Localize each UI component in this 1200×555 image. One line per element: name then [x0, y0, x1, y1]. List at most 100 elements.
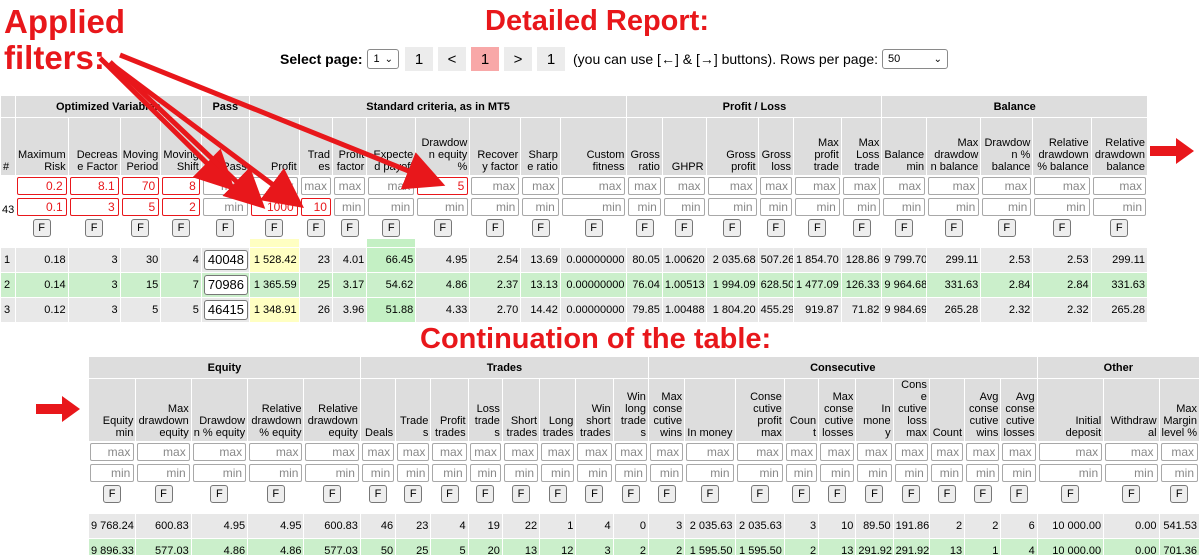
min-filter-input[interactable]: min [522, 198, 559, 216]
min-filter-input[interactable]: min [192, 464, 247, 482]
filter-button[interactable]: F [172, 219, 191, 237]
prev-page-button[interactable]: < [437, 46, 467, 72]
filter-button[interactable]: F [1170, 485, 1189, 503]
min-filter-input[interactable]: min [1038, 464, 1103, 482]
last-page-button[interactable]: 1 [536, 46, 566, 72]
filter-button[interactable]: F [216, 219, 235, 237]
max-filter-input[interactable]: max [90, 443, 135, 461]
pass-button[interactable]: 46415 [203, 300, 249, 320]
max-filter-input[interactable]: 8 [162, 177, 200, 195]
max-filter-input[interactable]: 8.1 [69, 177, 119, 195]
max-filter-input[interactable]: max [1002, 443, 1036, 461]
filter-button[interactable]: F [997, 219, 1016, 237]
max-filter-input[interactable]: max [930, 443, 964, 461]
filter-button[interactable]: F [828, 485, 847, 503]
filter-button[interactable]: F [865, 485, 884, 503]
rows-per-page-select[interactable]: 50 ⌄ [882, 49, 949, 69]
max-filter-input[interactable]: max [785, 443, 818, 461]
min-filter-input[interactable]: min [785, 464, 818, 482]
filter-button[interactable]: F [585, 485, 604, 503]
min-filter-input[interactable]: min [432, 464, 467, 482]
filter-button[interactable]: F [944, 219, 963, 237]
min-filter-input[interactable]: min [368, 198, 415, 216]
min-filter-input[interactable]: min [1160, 464, 1198, 482]
filter-button[interactable]: F [766, 219, 785, 237]
table-row[interactable]: 1 0.18 3 30 4 40048 1 528.42 23 4.01 66.45 4.95 2.5… [0, 247, 1149, 273]
min-filter-input[interactable]: 5 [121, 198, 160, 216]
filter-button[interactable]: F [440, 485, 459, 503]
min-filter-input[interactable]: min [686, 464, 734, 482]
min-filter-input[interactable]: min [249, 464, 303, 482]
filter-button[interactable]: F [895, 219, 914, 237]
table-row[interactable]: 9 768.24 600.83 4.95 4.95 600.83 46 23 4 19 22 1 4 0… [87, 513, 1200, 539]
min-filter-input[interactable]: min [202, 198, 248, 216]
max-filter-input[interactable]: max [966, 443, 1000, 461]
max-filter-input[interactable]: 5 [417, 177, 469, 195]
filter-button[interactable]: F [511, 485, 530, 503]
next-page-button[interactable]: > [503, 46, 533, 72]
max-filter-input[interactable]: max [883, 177, 926, 195]
max-filter-input[interactable]: max [1034, 177, 1090, 195]
max-filter-input[interactable]: max [759, 177, 792, 195]
max-filter-input[interactable]: max [561, 177, 626, 195]
max-filter-input[interactable]: max [628, 177, 661, 195]
filter-button[interactable]: F [808, 219, 827, 237]
first-page-button[interactable]: 1 [404, 46, 434, 72]
min-filter-input[interactable]: 3 [69, 198, 119, 216]
max-filter-input[interactable]: max [649, 443, 684, 461]
filter-button[interactable]: F [1122, 485, 1141, 503]
page-select[interactable]: 1 ⌄ [367, 49, 399, 69]
filter-button[interactable]: F [750, 485, 769, 503]
max-filter-input[interactable]: max [820, 443, 855, 461]
filter-button[interactable]: F [323, 485, 342, 503]
max-filter-input[interactable]: max [469, 443, 501, 461]
min-filter-input[interactable]: min [577, 464, 612, 482]
min-filter-input[interactable]: min [503, 464, 539, 482]
min-filter-input[interactable]: min [736, 464, 783, 482]
min-filter-input[interactable]: min [820, 464, 855, 482]
filter-button[interactable]: F [85, 219, 104, 237]
filter-button[interactable]: F [404, 485, 423, 503]
max-filter-input[interactable]: max [305, 443, 359, 461]
filter-button[interactable]: F [675, 219, 694, 237]
min-filter-input[interactable]: min [90, 464, 135, 482]
max-filter-input[interactable]: max [794, 177, 840, 195]
filter-button[interactable]: F [340, 219, 359, 237]
min-filter-input[interactable]: min [663, 198, 705, 216]
max-filter-input[interactable]: 0.2 [16, 177, 67, 195]
filter-button[interactable]: F [1052, 219, 1071, 237]
max-filter-input[interactable]: max [432, 443, 467, 461]
max-filter-input[interactable]: max [361, 443, 395, 461]
filter-button[interactable]: F [154, 485, 173, 503]
filter-button[interactable]: F [265, 219, 284, 237]
min-filter-input[interactable]: min [1034, 198, 1090, 216]
filter-button[interactable]: F [852, 219, 871, 237]
max-filter-input[interactable]: max [1105, 443, 1158, 461]
filter-button[interactable]: F [476, 485, 495, 503]
min-filter-input[interactable]: min [794, 198, 840, 216]
min-filter-input[interactable]: min [1105, 464, 1158, 482]
filter-button[interactable]: F [1061, 485, 1080, 503]
max-filter-input[interactable]: max [397, 443, 430, 461]
min-filter-input[interactable]: min [397, 464, 430, 482]
max-filter-input[interactable]: max [137, 443, 190, 461]
max-filter-input[interactable]: max [842, 177, 881, 195]
max-filter-input[interactable]: max [202, 177, 248, 195]
min-filter-input[interactable]: min [628, 198, 661, 216]
min-filter-input[interactable]: min [469, 464, 501, 482]
max-filter-input[interactable]: max [577, 443, 612, 461]
filter-button[interactable]: F [32, 219, 51, 237]
max-filter-input[interactable]: max [250, 177, 298, 195]
max-filter-input[interactable]: 70 [121, 177, 160, 195]
filter-button[interactable]: F [621, 485, 640, 503]
filter-button[interactable]: F [937, 485, 956, 503]
current-page-button[interactable]: 1 [470, 46, 500, 72]
max-filter-input[interactable]: max [1160, 443, 1198, 461]
filter-button[interactable]: F [1110, 219, 1129, 237]
min-filter-input[interactable]: min [305, 464, 359, 482]
min-filter-input[interactable]: min [1092, 198, 1146, 216]
min-filter-input[interactable]: min [894, 464, 928, 482]
max-filter-input[interactable]: max [192, 443, 247, 461]
filter-button[interactable]: F [382, 219, 401, 237]
min-filter-input[interactable]: 10 [300, 198, 331, 216]
